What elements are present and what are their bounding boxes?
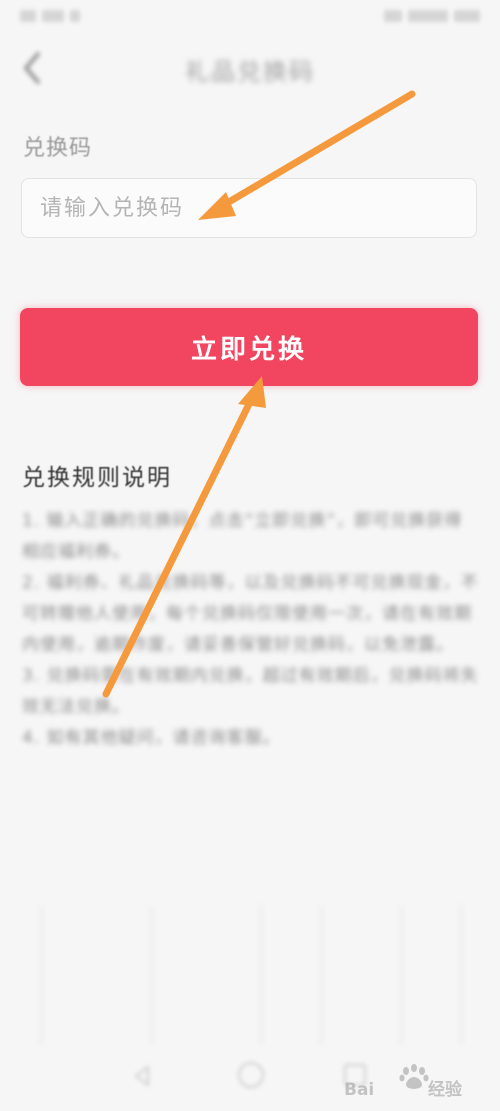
background-stripes [20,905,480,1045]
rule-item: 3. 兑换码需在有效期内兑换，超过有效期后，兑换码将失效无法兑换。 [22,666,479,717]
nav-home-icon[interactable] [238,1062,264,1088]
code-input-container [21,178,477,238]
svg-text:Bai: Bai [344,1080,374,1100]
rule-item: 4. 如有其他疑问，请咨询客服。 [22,728,281,748]
code-label: 兑换码 [23,136,93,161]
rule-item: 2. 福利券、礼品兑换码等，以及兑换码不可兑换现金，不可转赠他人使用，每个兑换码… [22,573,479,655]
page-title: 礼品兑换码 [185,58,315,86]
nav-back-icon[interactable] [130,1064,154,1088]
redeem-code-input[interactable] [22,179,476,237]
status-bar-battery [370,8,480,24]
status-bar [0,0,500,34]
header: 礼品兑换码 [0,34,500,102]
rules-title: 兑换规则说明 [22,465,172,491]
redeem-now-button[interactable]: 立即兑换 [20,308,478,386]
rules-list: 1. 输入正确的兑换码，点击“立即兑换”，即可兑换获得相应福利券。 2. 福利券… [22,506,480,754]
rule-item: 1. 输入正确的兑换码，点击“立即兑换”，即可兑换获得相应福利券。 [22,511,463,562]
svg-text:经验: 经验 [428,1079,463,1100]
status-bar-signal [20,8,140,24]
gift-code-redeem-page: 礼品兑换码 兑换码 立即兑换 兑换规则说明 1. 输入正确的兑换码，点击“立即兑… [0,0,500,1111]
baidu-jingyan-watermark-logo: Bai 经验 [342,1062,482,1102]
